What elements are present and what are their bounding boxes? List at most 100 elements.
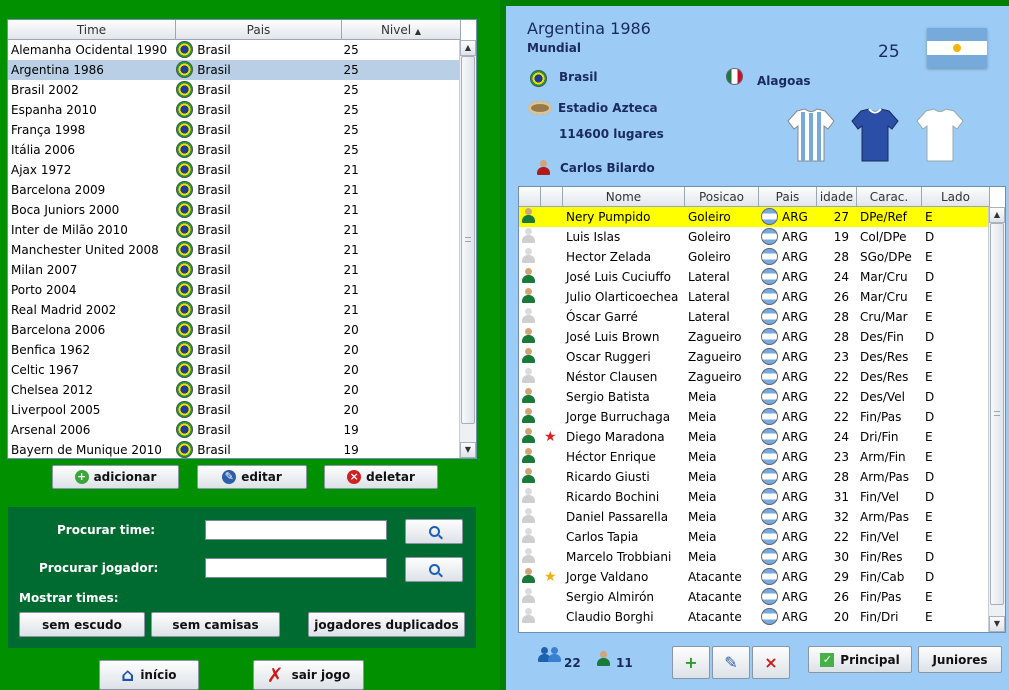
table-row[interactable]: Jorge Burruchaga Meia ARG 22 Fin/Pas D [519, 407, 988, 427]
table-row[interactable]: Milan 2007 Brasil 21 [8, 260, 459, 280]
table-row[interactable]: Arsenal 2006 Brasil 19 [8, 420, 459, 440]
search-team-button[interactable] [405, 519, 463, 544]
delete-team-button[interactable]: × deletar [324, 465, 438, 489]
team-country-cell: Brasil [175, 180, 340, 200]
column-header-time[interactable]: Time [8, 20, 176, 40]
duplicate-players-button[interactable]: jogadores duplicados [308, 612, 465, 637]
table-row[interactable]: Porto 2004 Brasil 21 [8, 280, 459, 300]
players-table: Nome Posicao Pais idade Carac. Lado Nery… [518, 186, 1006, 633]
table-row[interactable]: Néstor Clausen Zagueiro ARG 22 Des/Res E [519, 367, 988, 387]
table-row[interactable]: Sergio Batista Meia ARG 22 Des/Vel D [519, 387, 988, 407]
juniores-button[interactable]: Juniores [918, 646, 1002, 673]
table-row[interactable]: José Luis Cuciuffo Lateral ARG 24 Mar/Cru D [519, 267, 988, 287]
team-name-cell: Itália 2006 [11, 143, 75, 157]
table-row[interactable]: França 1998 Brasil 25 [8, 120, 459, 140]
table-row[interactable]: Manchester United 2008 Brasil 21 [8, 240, 459, 260]
player-age-cell: 29 [833, 570, 849, 584]
add-player-button[interactable]: + [672, 646, 710, 679]
table-row[interactable]: Marcelo Trobbiani Meia ARG 30 Fin/Res D [519, 547, 988, 567]
column-header-pais[interactable]: Pais [759, 187, 817, 207]
column-header-star[interactable] [541, 187, 563, 207]
table-row[interactable]: Barcelona 2009 Brasil 21 [8, 180, 459, 200]
table-row[interactable]: Boca Juniors 2000 Brasil 21 [8, 200, 459, 220]
team-name-cell: Inter de Milão 2010 [11, 223, 128, 237]
table-row[interactable]: Ricardo Giusti Meia ARG 28 Arm/Pas D [519, 467, 988, 487]
table-row[interactable]: Inter de Milão 2010 Brasil 21 [8, 220, 459, 240]
player-foot-cell: D [925, 270, 935, 284]
search-player-button[interactable] [405, 557, 463, 582]
player-traits-cell: Col/DPe [860, 230, 907, 244]
table-row[interactable]: Óscar Garré Lateral ARG 28 Cru/Mar E [519, 307, 988, 327]
teams-scrollbar[interactable]: ▲ ▼ [459, 40, 476, 458]
column-header-nome[interactable]: Nome [563, 187, 685, 207]
team-country-cell: Brasil [175, 320, 340, 340]
scroll-down-icon[interactable]: ▼ [989, 616, 1005, 632]
player-icon [521, 567, 535, 583]
table-row[interactable]: Argentina 1986 Brasil 25 [8, 60, 459, 80]
no-badge-button[interactable]: sem escudo [19, 612, 145, 637]
exit-game-button[interactable]: ✗ sair jogo [253, 660, 364, 690]
table-row[interactable]: Oscar Ruggeri Zagueiro ARG 23 Des/Res E [519, 347, 988, 367]
table-row[interactable]: Carlos Tapia Meia ARG 22 Fin/Vel E [519, 527, 988, 547]
table-row[interactable]: ★ Jorge Valdano Atacante ARG 29 Fin/Cab D [519, 567, 988, 587]
column-header-posicao[interactable]: Posicao [685, 187, 759, 207]
table-row[interactable]: ★ Diego Maradona Meia ARG 24 Dri/Fin E [519, 427, 988, 447]
table-row[interactable]: Alemanha Ocidental 1990 Brasil 25 [8, 40, 459, 60]
table-row[interactable]: Julio Olarticoechea Lateral ARG 26 Mar/Cru E [519, 287, 988, 307]
table-row[interactable]: Itália 2006 Brasil 25 [8, 140, 459, 160]
scroll-thumb[interactable] [461, 56, 475, 424]
table-row[interactable]: Barcelona 2006 Brasil 20 [8, 320, 459, 340]
team-name: Argentina 1986 [527, 19, 651, 38]
player-star-cell [541, 547, 563, 567]
team-country-cell: Brasil [175, 300, 340, 320]
column-header-idade[interactable]: idade [817, 187, 857, 207]
table-row[interactable]: Luis Islas Goleiro ARG 19 Col/DPe D [519, 227, 988, 247]
table-row[interactable]: Bayern de Munique 2010 Brasil 19 [8, 440, 459, 458]
table-row[interactable]: Héctor Enrique Meia ARG 23 Arm/Fin E [519, 447, 988, 467]
player-status-cell [519, 247, 541, 267]
table-row[interactable]: Celtic 1967 Brasil 20 [8, 360, 459, 380]
scroll-down-icon[interactable]: ▼ [460, 442, 476, 458]
table-row[interactable]: Nery Pumpido Goleiro ARG 27 DPe/Ref E [519, 207, 988, 227]
table-row[interactable]: Sergio Almirón Atacante ARG 26 Fin/Pas E [519, 587, 988, 607]
player-country-cell: ARG [759, 347, 817, 367]
players-scrollbar[interactable]: ▲ ▼ [988, 207, 1005, 632]
table-row[interactable]: Hector Zelada Goleiro ARG 28 SGo/DPe E [519, 247, 988, 267]
delete-player-button[interactable]: × [752, 646, 790, 679]
player-country-cell: ARG [759, 267, 817, 287]
table-row[interactable]: Benfica 1962 Brasil 20 [8, 340, 459, 360]
team-country-cell: Brasil [175, 260, 340, 280]
principal-button[interactable]: ✓ Principal [808, 646, 912, 673]
player-name-cell: Sergio Almirón [566, 590, 655, 604]
column-header-nivel[interactable]: Nivel ▲ [342, 20, 461, 40]
table-row[interactable]: José Luis Brown Zagueiro ARG 28 Des/Fin D [519, 327, 988, 347]
scroll-thumb[interactable] [990, 223, 1004, 605]
edit-player-button[interactable]: ✎ [712, 646, 750, 679]
search-player-input[interactable] [205, 558, 387, 578]
player-star-cell [541, 247, 563, 267]
brazil-flag-icon [176, 441, 194, 458]
player-position-cell: Meia [688, 490, 717, 504]
table-row[interactable]: Brasil 2002 Brasil 25 [8, 80, 459, 100]
column-header-pais[interactable]: Pais [176, 20, 342, 40]
column-header-lado[interactable]: Lado [922, 187, 990, 207]
table-row[interactable]: Ricardo Bochini Meia ARG 31 Fin/Vel D [519, 487, 988, 507]
table-row[interactable]: Liverpool 2005 Brasil 20 [8, 400, 459, 420]
players-table-body: Nery Pumpido Goleiro ARG 27 DPe/Ref E Luis Isl… [519, 207, 988, 632]
add-team-button[interactable]: + adicionar [52, 465, 179, 489]
column-header-icon[interactable] [519, 187, 541, 207]
table-row[interactable]: Espanha 2010 Brasil 25 [8, 100, 459, 120]
edit-team-button[interactable]: ✎ editar [197, 465, 307, 489]
column-header-carac[interactable]: Carac. [857, 187, 922, 207]
table-row[interactable]: Real Madrid 2002 Brasil 21 [8, 300, 459, 320]
home-button[interactable]: ⌂ início [99, 660, 199, 690]
scroll-up-icon[interactable]: ▲ [460, 40, 476, 56]
table-row[interactable]: Daniel Passarella Meia ARG 32 Arm/Pas E [519, 507, 988, 527]
table-row[interactable]: Claudio Borghi Atacante ARG 20 Fin/Dri E [519, 607, 988, 627]
table-row[interactable]: Chelsea 2012 Brasil 20 [8, 380, 459, 400]
table-row[interactable]: Ajax 1972 Brasil 21 [8, 160, 459, 180]
scroll-up-icon[interactable]: ▲ [989, 207, 1005, 223]
no-shirts-button[interactable]: sem camisas [151, 612, 280, 637]
search-team-input[interactable] [205, 520, 387, 540]
player-icon [521, 267, 535, 283]
